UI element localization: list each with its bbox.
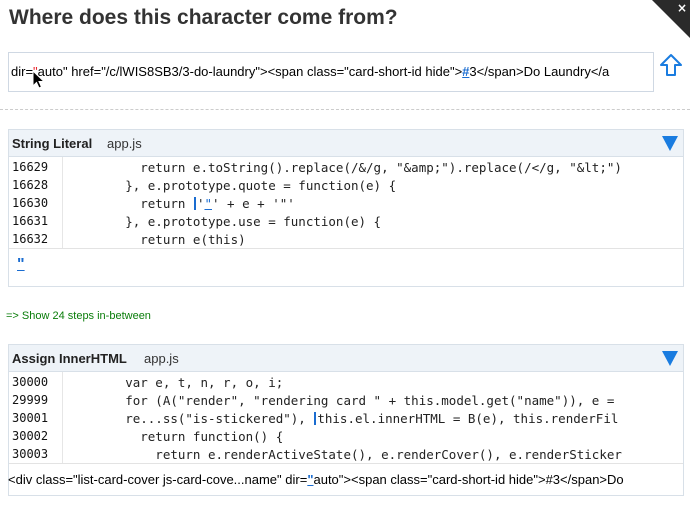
value-row: " <box>9 249 683 287</box>
line-code: return function() { <box>65 429 284 444</box>
panel-title: String Literal <box>12 136 93 151</box>
line-code: re...ss("is-stickered"), this.el.innerHT… <box>65 411 618 426</box>
panel-file[interactable]: app.js <box>144 351 179 366</box>
line-code: return e.renderActiveState(), e.renderCo… <box>65 447 622 462</box>
html-text-before: dir= <box>11 64 34 79</box>
triangle-down-icon[interactable] <box>662 351 678 366</box>
close-icon[interactable]: × <box>677 1 687 15</box>
line-code: var e, t, n, r, o, i; <box>65 375 284 390</box>
code-line: 30000 var e, t, n, r, o, i; <box>9 373 683 391</box>
panel-header[interactable]: String Literal app.js <box>9 130 683 157</box>
line-number: 30002 <box>12 429 49 443</box>
code-line: 16632 return e(this) <box>9 230 683 248</box>
inner-html-after: auto"><span class="card-short-id hide">#… <box>313 472 624 487</box>
value-char[interactable]: " <box>17 256 25 274</box>
panel-file[interactable]: app.js <box>107 136 142 151</box>
line-number: 16632 <box>12 232 49 246</box>
line-number: 30000 <box>12 375 49 389</box>
page-title: Where does this character come from? <box>9 6 398 29</box>
html-text-mid: auto" href="/c/lWIS8SB3/3-do-laundry"><s… <box>37 64 463 79</box>
code-block: 16629 return e.toString().replace(/&/g, … <box>9 157 683 249</box>
line-number: 16628 <box>12 178 49 192</box>
dashed-divider <box>0 109 690 110</box>
line-number: 30003 <box>12 447 49 461</box>
line-code: }, e.prototype.quote = function(e) { <box>65 178 397 193</box>
code-block: 30000 var e, t, n, r, o, i; 29999 for (A… <box>9 372 683 464</box>
arrow-up-icon[interactable] <box>659 53 683 77</box>
inner-html-value: <div class="list-card-cover js-card-cove… <box>8 472 624 487</box>
panel-header[interactable]: Assign InnerHTML app.js <box>9 345 683 372</box>
code-line: 16629 return e.toString().replace(/&/g, … <box>9 158 683 176</box>
highlighted-char[interactable]: " <box>204 196 212 211</box>
triangle-down-icon[interactable] <box>662 136 678 151</box>
code-line-highlight: 30001 re...ss("is-stickered"), this.el.i… <box>9 409 683 427</box>
html-preview-bar: dir="auto" href="/c/lWIS8SB3/3-do-laundr… <box>8 52 654 92</box>
code-line: 30003 return e.renderActiveState(), e.re… <box>9 445 683 463</box>
line-number: 16629 <box>12 160 49 174</box>
html-preview-text: dir="auto" href="/c/lWIS8SB3/3-do-laundr… <box>11 64 609 79</box>
mouse-pointer-icon <box>32 70 46 89</box>
string-literal-panel: String Literal app.js 16629 return e.toS… <box>8 129 684 287</box>
line-number: 16631 <box>12 214 49 228</box>
code-line: 16631 }, e.prototype.use = function(e) { <box>9 212 683 230</box>
code-post: ' + e + '"' <box>212 196 295 211</box>
line-code: return e.toString().replace(/&/g, "&amp;… <box>65 160 622 175</box>
inner-html-before: <div class="list-card-cover js-card-cove… <box>8 472 308 487</box>
panel-title: Assign InnerHTML <box>12 351 127 366</box>
line-code: for (A("render", "rendering card " + thi… <box>65 393 615 408</box>
line-number: 29999 <box>12 393 49 407</box>
code-line: 16628 }, e.prototype.quote = function(e)… <box>9 176 683 194</box>
code-pre: return <box>65 196 193 211</box>
code-line-highlight: 16630 return '"' + e + '"' <box>9 194 683 212</box>
line-number: 30001 <box>12 411 49 425</box>
code-post: this.el.innerHTML = B(e), this.renderFil <box>317 411 619 426</box>
line-code: return e(this) <box>65 232 246 247</box>
line-code: }, e.prototype.use = function(e) { <box>65 214 382 229</box>
line-number: 16630 <box>12 196 49 210</box>
code-pre: re...ss("is-stickered"), <box>65 411 314 426</box>
text-caret <box>193 197 196 210</box>
code-line: 29999 for (A("render", "rendering card "… <box>9 391 683 409</box>
html-text-after: 3</span>Do Laundry</a <box>469 64 610 79</box>
show-steps-link[interactable]: => Show 24 steps in-between <box>6 310 151 322</box>
line-code: return '"' + e + '"' <box>65 196 295 211</box>
code-line: 30002 return function() { <box>9 427 683 445</box>
